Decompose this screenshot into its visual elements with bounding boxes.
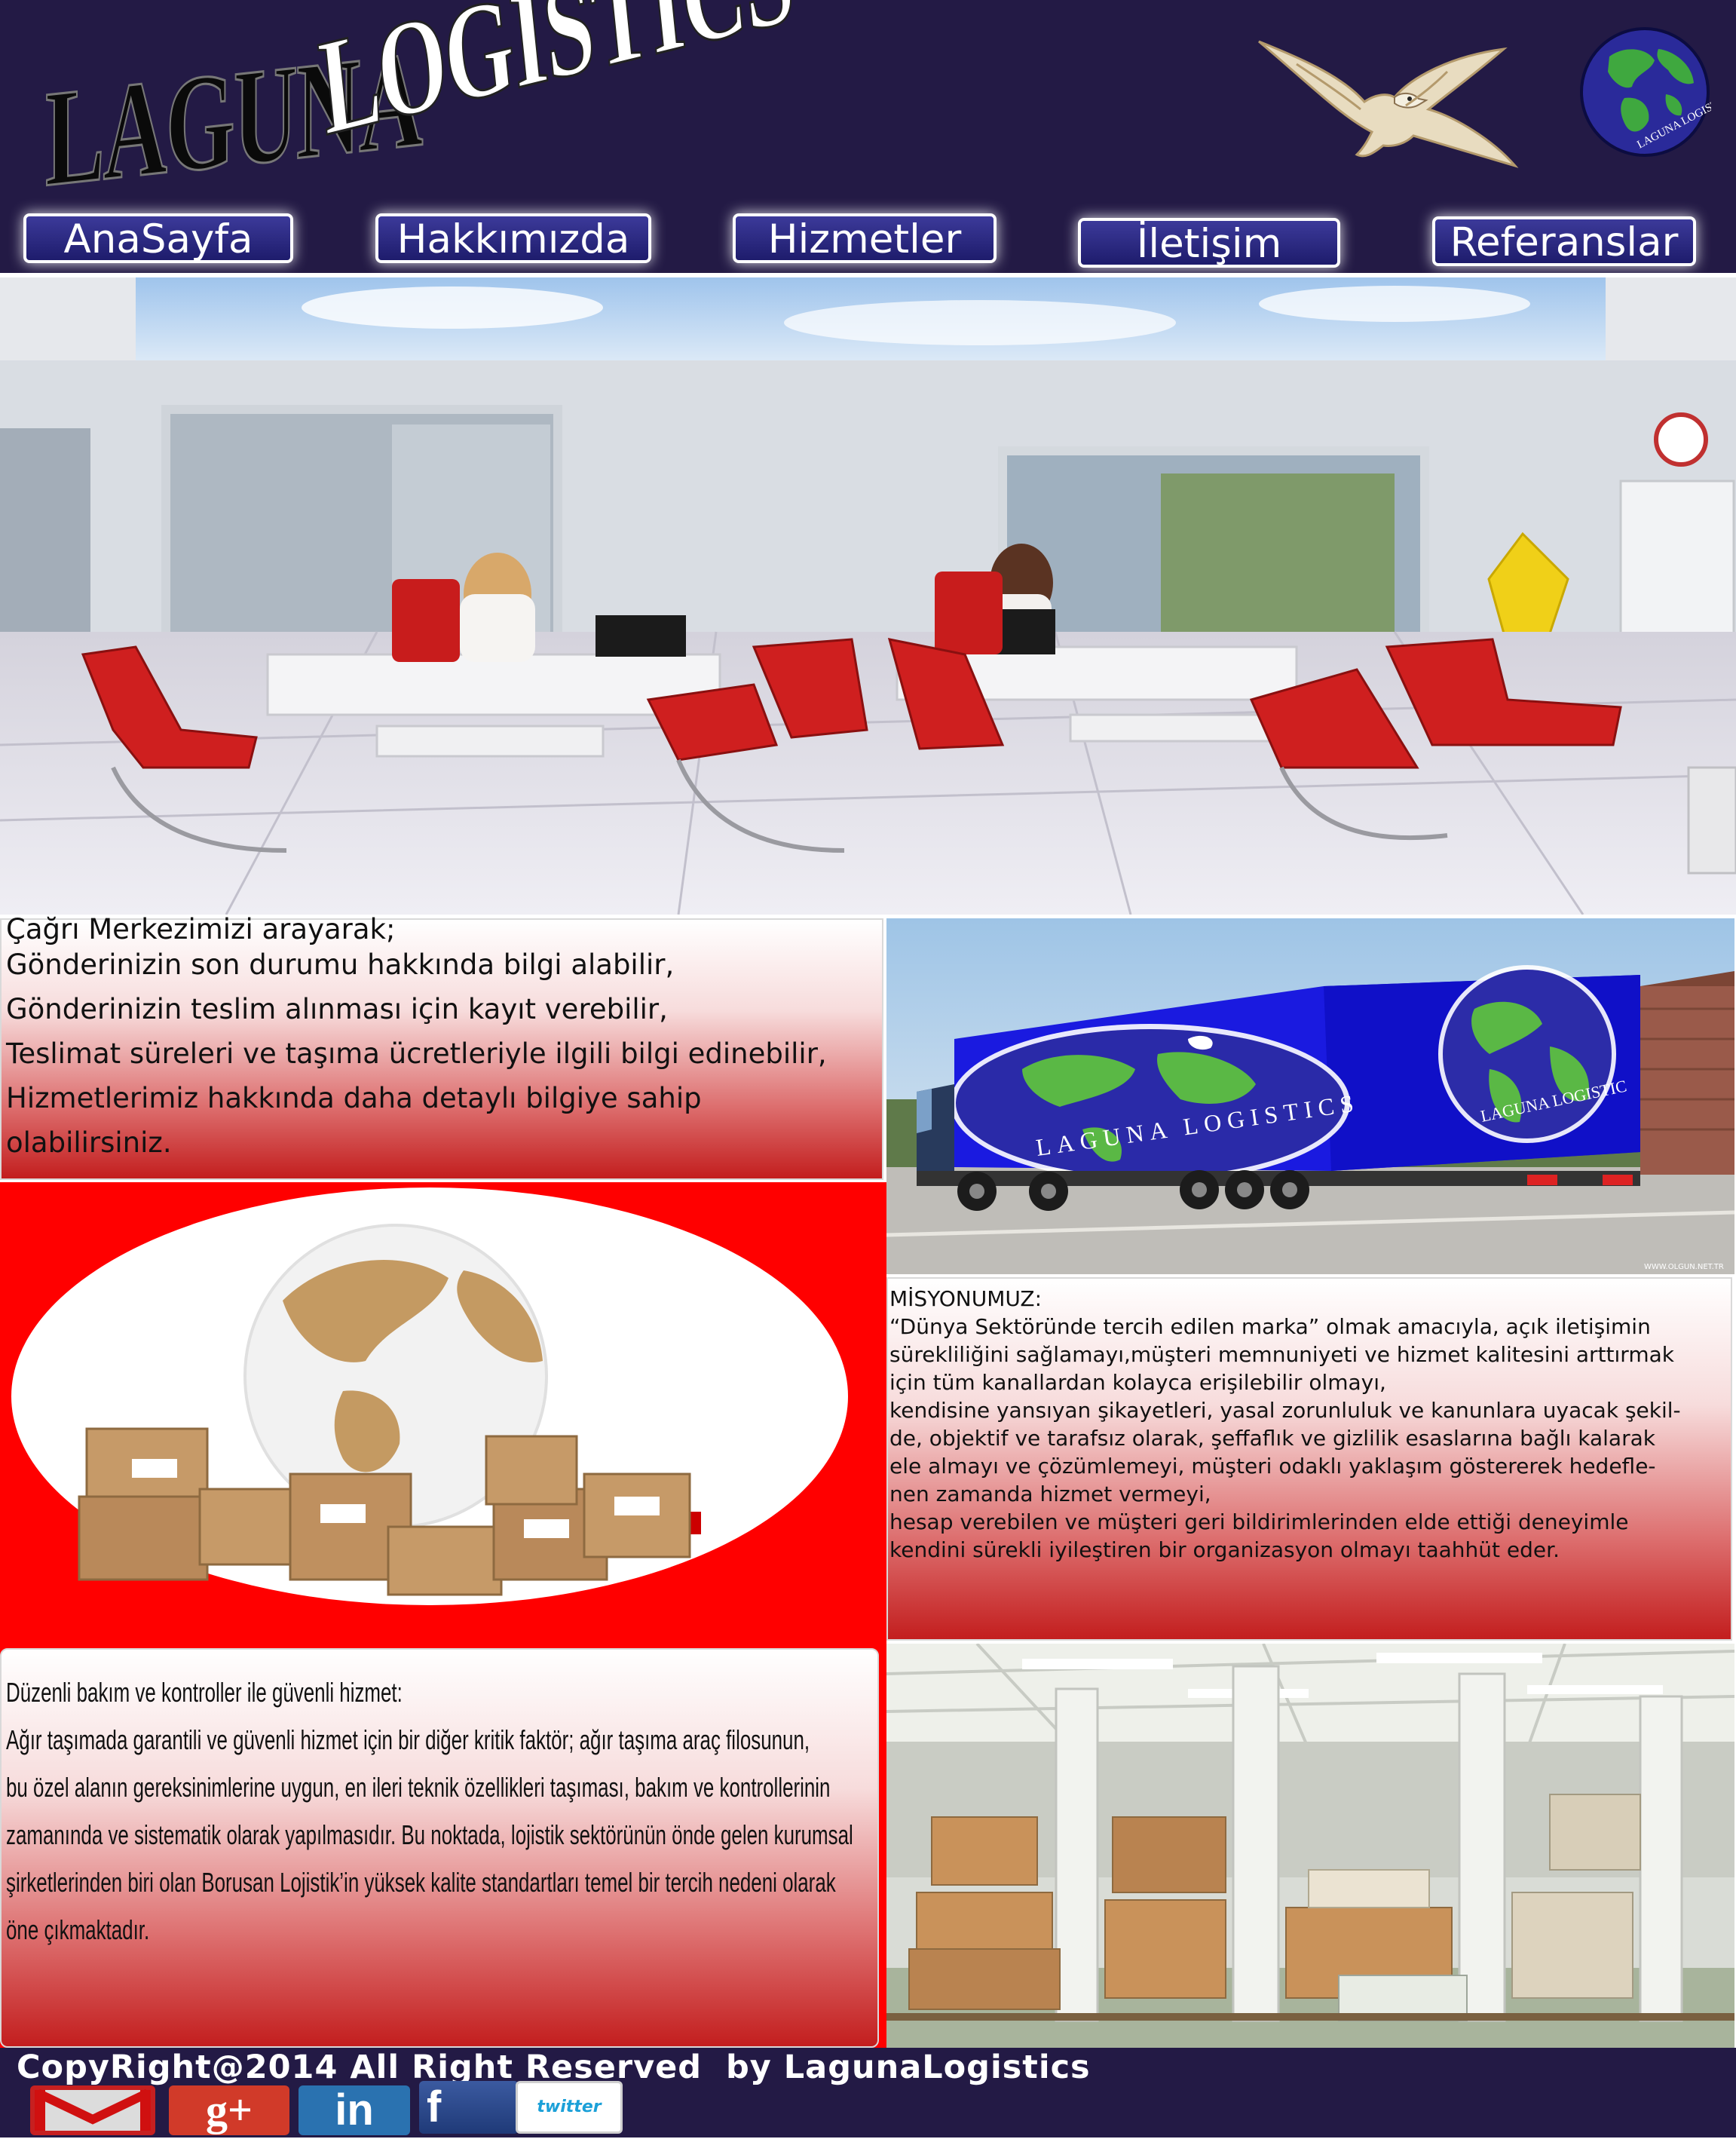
call-center-line: Hizmetlerimiz hakkında daha detaylı bilg… [6, 1082, 702, 1114]
mission-panel: MİSYONUMUZ: “Dünya Sektöründe tercih edi… [886, 1277, 1732, 1641]
google-plus-icon[interactable]: g+ [169, 2085, 289, 2135]
mission-line: hesap verebilen ve müşteri geri bildirim… [889, 1509, 1629, 1534]
call-center-heading: Çağrı Merkezimizi arayarak; [6, 913, 396, 945]
call-center-line: Teslimat süreleri ve taşıma ücretleriyle… [6, 1037, 827, 1070]
mission-line: nen zamanda hizmet vermeyi, [889, 1482, 1211, 1506]
nav-anasayfa[interactable]: AnaSayfa [23, 213, 293, 263]
photo-credit: WWW.OLGUN.NET.TR [1644, 1263, 1724, 1271]
mission-line: “Dünya Sektöründe tercih edilen marka” o… [889, 1314, 1651, 1339]
mission-line: kendini sürekli iyileştiren bir organiza… [889, 1537, 1560, 1562]
warehouse-photo [886, 1644, 1734, 2049]
service-line: zamanında ve sistematik olarak yapılması… [6, 1819, 853, 1850]
service-heading: Düzenli bakım ve kontroller ile güvenli … [6, 1677, 403, 1708]
nav-hizmetler[interactable]: Hizmetler [733, 213, 997, 263]
call-center-line: Gönderinizin son durumu hakkında bilgi a… [6, 948, 675, 981]
service-line: Ağır taşımada garantili ve güvenli hizme… [6, 1724, 810, 1755]
globe-logo-icon: LAGUNA LOGISTICS [1580, 27, 1711, 157]
twitter-icon[interactable]: twitter [516, 2081, 623, 2134]
gmail-icon[interactable] [30, 2085, 155, 2135]
mission-line: kendisine yansıyan şikayetleri, yasal zo… [889, 1398, 1681, 1423]
service-line: öne çıkmaktadır. [6, 1914, 150, 1945]
facebook-icon[interactable]: f [419, 2081, 519, 2134]
call-center-line: olabilirsiniz. [6, 1126, 172, 1159]
nav-iletisim[interactable]: İletişim [1078, 218, 1340, 268]
nav-referanslar[interactable]: Referanslar [1432, 216, 1696, 266]
nav-hakkimizda[interactable]: Hakkımızda [375, 213, 651, 263]
call-center-panel: Çağrı Merkezimizi arayarak; Gönderinizin… [0, 913, 883, 1180]
linkedin-icon[interactable]: in [299, 2085, 410, 2135]
service-panel: Düzenli bakım ve kontroller ile güvenli … [0, 1648, 879, 2048]
mission-line: de, objektif ve tarafsız olarak, şeffafl… [889, 1426, 1655, 1451]
call-center-line: Gönderinizin teslim alınması için kayıt … [6, 993, 668, 1025]
eagle-icon [1258, 40, 1519, 168]
service-line: şirketlerinden biri olan Borusan Lojisti… [6, 1867, 836, 1898]
service-line: bu özel alanın gereksinimlerine uygun, e… [6, 1772, 831, 1803]
brand-logo-text[interactable]: LAGUNA LOGISTICS [30, 0, 800, 216]
mission-line: için tüm kanallardan kolayca erişilebili… [889, 1370, 1386, 1395]
mission-line: sürekliliğini sağlamayı,müşteri memnuniy… [889, 1342, 1674, 1367]
mission-line: ele almayı ve çözümlemeyi, müşteri odakl… [889, 1454, 1656, 1479]
mission-title: MİSYONUMUZ: [889, 1286, 1043, 1311]
truck-photo: LAGUNA LOGISTICS LAGUNA LOGISTIC WWW.OLG… [886, 918, 1734, 1274]
office-photo [0, 277, 1736, 915]
globe-boxes-image [11, 1187, 848, 1605]
